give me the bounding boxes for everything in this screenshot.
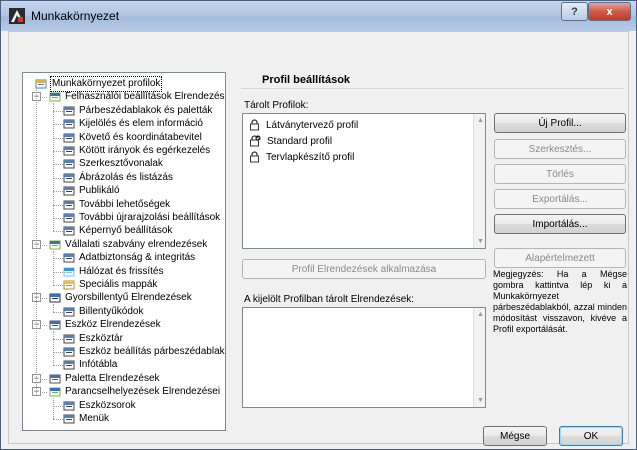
tree-item-label: Eszköz beállítás párbeszédablakok: [79, 346, 226, 357]
lock-icon: [250, 119, 259, 131]
tree-item[interactable]: Eszközsorok: [63, 399, 136, 413]
tree-item[interactable]: Kijelölés és elem információ: [63, 117, 203, 131]
tree-item[interactable]: Kötött irányok és egérkezelés: [63, 144, 210, 158]
tree-item-label: Adatbiztonság & integritás: [79, 252, 196, 264]
profile-name: Standard profil: [267, 135, 333, 147]
tree-item-label: Ábrázolás és listázás: [79, 171, 173, 183]
archicad-app-icon: [9, 8, 25, 24]
default-button[interactable]: Alapértelmezett: [494, 248, 626, 268]
tree-item[interactable]: Speciális mappák: [63, 278, 157, 292]
tree-item[interactable]: Vállalati szabvány elrendezések: [49, 238, 207, 252]
tree-item[interactable]: Parancselhelyezések Elrendezései: [49, 385, 220, 399]
tree-item[interactable]: Szerkesztővonalak: [63, 157, 163, 171]
tree-item-label: Infótábla: [79, 359, 118, 371]
tree-item[interactable]: Infótábla: [63, 358, 117, 372]
tree-item-label: Billentyűkódok: [79, 305, 144, 317]
scroll-up-icon[interactable]: ▲: [477, 311, 484, 318]
tree-item-label: További lehetőségek: [79, 198, 171, 210]
schemes-scrollbar[interactable]: ▲ ▼: [473, 308, 485, 407]
scroll-up-icon[interactable]: ▲: [477, 117, 484, 124]
company-standard-icon: [49, 240, 61, 250]
tool-schemes-icon: [49, 320, 61, 330]
tree-item-label: Gyorsbillentyű Elrendezések: [65, 292, 192, 304]
tree-item[interactable]: Ábrázolás és listázás: [63, 171, 173, 185]
stored-profiles-label: Tárolt Profilok:: [244, 100, 309, 111]
export-profile-button[interactable]: Exportálás...: [494, 189, 626, 209]
stored-schemes-list[interactable]: ▲ ▼: [242, 307, 486, 408]
tree-item-label: Publikáló: [79, 185, 120, 197]
tree-item[interactable]: Paletta Elrendezések: [49, 372, 160, 386]
profile-item-latvanytervezo[interactable]: Látványtervező profil: [249, 117, 358, 133]
tree-item-label: Munkakörnyezet profilok: [49, 76, 163, 92]
new-profile-button[interactable]: Új Profil...: [494, 113, 626, 133]
cancel-button[interactable]: Mégse: [483, 426, 547, 446]
scroll-down-icon[interactable]: ▼: [477, 397, 484, 404]
tree-item[interactable]: További újrarajzolási beállítások: [63, 211, 220, 225]
tree-item[interactable]: Követő és koordinátabevitel: [63, 131, 202, 145]
tree-item-label: Speciális mappák: [79, 279, 158, 290]
tree-item[interactable]: Gyorsbillentyű Elrendezések: [49, 291, 192, 305]
tree-item-label: Menük: [79, 413, 110, 424]
tree-item[interactable]: Képernyő beállítások: [63, 224, 172, 238]
user-settings-icon: [49, 92, 61, 102]
help-button[interactable]: ?: [561, 2, 588, 21]
tree-item-label: Hálózat és frissítés: [79, 265, 164, 277]
delete-profile-button[interactable]: Törlés: [494, 164, 626, 184]
tree-item-label: Követő és koordinátabevitel: [79, 131, 202, 143]
edit-profile-button[interactable]: Szerkesztés...: [494, 139, 626, 159]
command-layout-icon: [49, 387, 61, 397]
stored-profiles-list[interactable]: Látványtervező profil Standard profil Te…: [242, 113, 486, 249]
tree-item[interactable]: Hálózat és frissítés: [63, 265, 163, 279]
profile-item-tervlapkeszito[interactable]: Tervlapkészítő profil: [249, 149, 354, 165]
section-title: Profil beállítások: [262, 74, 351, 86]
tree-item-label: Felhasználói beállítások Elrendezései: [65, 91, 226, 103]
tree-item-label: Szerkesztővonalak: [79, 158, 163, 170]
window-title: Munkakörnyezet: [31, 9, 120, 23]
tree-item[interactable]: Párbeszédablakok és paletták: [63, 104, 212, 118]
tree-item-label: Kötött irányok és egérkezelés: [79, 145, 211, 156]
settings-tree[interactable]: Munkakörnyezet profilok Felhasználói beál…: [22, 72, 226, 431]
shortcut-schemes-icon: [49, 293, 61, 303]
tree-item-label: Eszköztár: [79, 332, 123, 344]
tree-item-label: Párbeszédablakok és paletták: [79, 104, 213, 116]
tree-item[interactable]: Munkakörnyezet profilok: [35, 76, 163, 92]
close-button[interactable]: x: [588, 2, 631, 21]
tree-item[interactable]: További lehetőségek: [63, 198, 170, 212]
lock-check-icon: [250, 135, 261, 147]
lock-icon: [250, 151, 259, 163]
stored-schemes-label: A kijelölt Profilban tárolt Elrendezések…: [244, 294, 415, 305]
profile-name: Látványtervező profil: [266, 119, 359, 131]
tree-item[interactable]: Eszköztár: [63, 332, 123, 346]
help-icon: ?: [571, 5, 578, 18]
section-divider: [241, 88, 624, 89]
tree-item-label: Paletta Elrendezések: [65, 372, 160, 384]
profile-item-standard[interactable]: Standard profil: [249, 133, 332, 149]
profile-name: Tervlapkészítő profil: [266, 151, 355, 163]
tree-item[interactable]: Publikáló: [63, 184, 120, 198]
import-profile-button[interactable]: Importálás...: [494, 214, 626, 234]
munkakornyezet-dialog: Munkakörnyezet ? x Munkakörnyezet profil…: [0, 0, 637, 450]
profiles-scrollbar[interactable]: ▲ ▼: [473, 114, 485, 248]
scroll-down-icon[interactable]: ▼: [477, 238, 484, 245]
tree-item-label: Eszközsorok: [79, 399, 136, 411]
tree-item[interactable]: Felhasználói beállítások Elrendezései: [49, 90, 226, 104]
title-bar[interactable]: Munkakörnyezet ? x: [1, 1, 636, 31]
palette-schemes-icon: [49, 374, 61, 384]
tree-item-label: Kijelölés és elem információ: [79, 118, 203, 130]
apply-profile-button[interactable]: Profil Elrendezések alkalmazása: [242, 259, 486, 279]
tree-item-label: Képernyő beállítások: [79, 225, 173, 237]
ok-button[interactable]: OK: [559, 426, 623, 446]
tree-item[interactable]: Billentyűkódok: [63, 305, 143, 319]
note-text: Megjegyzés: Ha a Mégse gombra kattintva …: [493, 269, 627, 334]
tree-item-label: További újrarajzolási beállítások: [79, 212, 221, 223]
tree-item[interactable]: Eszköz beállítás párbeszédablakok: [63, 345, 226, 359]
tree-item[interactable]: Menük: [63, 412, 109, 426]
tree-item-label: Eszköz Elrendezések: [65, 319, 161, 331]
tree-item-label: Parancselhelyezések Elrendezései: [65, 386, 221, 398]
tree-item[interactable]: Eszköz Elrendezések: [49, 318, 161, 332]
close-icon: x: [606, 5, 613, 18]
tree-item[interactable]: Adatbiztonság & integritás: [63, 251, 195, 265]
tree-item-label: Vállalati szabvány elrendezések: [65, 238, 208, 250]
